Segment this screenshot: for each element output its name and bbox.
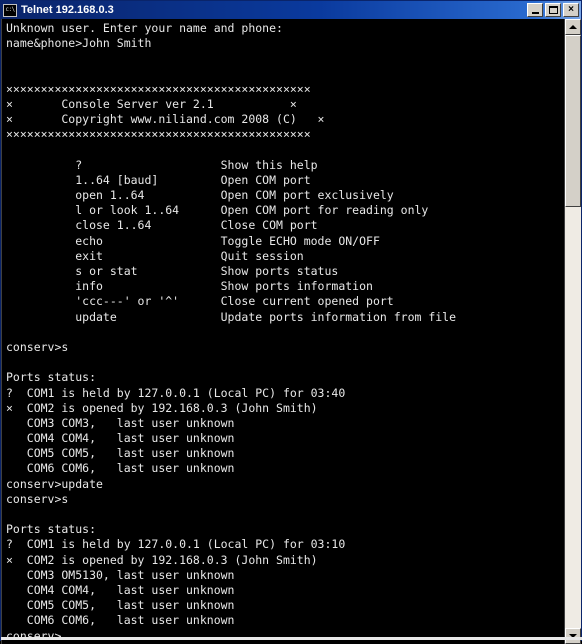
console-line: conserv>s xyxy=(6,339,69,354)
vertical-scrollbar[interactable] xyxy=(564,19,581,644)
console-line: ? COM1 is held by 127.0.0.1 (Local PC) f… xyxy=(6,537,346,552)
chevron-up-icon xyxy=(569,25,577,29)
console-line: conserv>s xyxy=(6,491,69,506)
console-line: COM4 COM4, last user unknown xyxy=(6,582,235,597)
console-line: ? COM1 is held by 127.0.0.1 (Local PC) f… xyxy=(6,385,346,400)
console-line: 1..64 [baud] Open COM port xyxy=(6,172,311,187)
console-line: COM3 COM3, last user unknown xyxy=(6,415,235,430)
scroll-down-button[interactable] xyxy=(565,627,581,644)
console-line: COM5 COM5, last user unknown xyxy=(6,446,235,461)
scrollbar-thumb[interactable] xyxy=(565,35,581,207)
console-line: COM6 COM6, last user unknown xyxy=(6,461,235,476)
console-output[interactable]: Unknown user. Enter your name and phone:… xyxy=(2,19,564,644)
console-line: × Console Server ver 2.1 × xyxy=(6,96,297,111)
console-line: exit Quit session xyxy=(6,248,304,263)
console-line: COM4 COM4, last user unknown xyxy=(6,431,235,446)
console-line: open 1..64 Open COM port exclusively xyxy=(6,188,394,203)
console-line: COM5 COM5, last user unknown xyxy=(6,598,235,613)
telnet-app-icon-glyph: c:\ xyxy=(5,6,15,13)
console-line: conserv>update xyxy=(6,476,103,491)
telnet-app-icon: c:\ xyxy=(3,3,17,17)
close-button[interactable]: × xyxy=(563,3,579,17)
window-title: Telnet 192.168.0.3 xyxy=(21,4,114,16)
console-line: 'ccc---' or '^' Close current opened por… xyxy=(6,294,394,309)
maximize-button[interactable] xyxy=(545,3,561,17)
telnet-window: c:\ Telnet 192.168.0.3 × Unknown user. E… xyxy=(0,0,582,644)
console-line: l or look 1..64 Open COM port for readin… xyxy=(6,203,429,218)
console-line: close 1..64 Close COM port xyxy=(6,218,318,233)
client-area: Unknown user. Enter your name and phone:… xyxy=(1,19,581,644)
minimize-button[interactable] xyxy=(527,3,543,17)
console-line: ××××××××××××××××××××××××××××××××××××××××… xyxy=(6,81,311,96)
scrollbar-track[interactable] xyxy=(565,35,581,628)
console-line: Ports status: xyxy=(6,522,97,537)
console-line: × COM2 is opened by 192.168.0.3 (John Sm… xyxy=(6,400,318,415)
close-icon: × xyxy=(568,4,574,15)
title-bar[interactable]: c:\ Telnet 192.168.0.3 × xyxy=(1,1,581,19)
console-line: COM6 COM6, last user unknown xyxy=(6,613,235,628)
console-line: Unknown user. Enter your name and phone: xyxy=(6,21,283,35)
scroll-up-button[interactable] xyxy=(565,19,581,35)
console-line: echo Toggle ECHO mode ON/OFF xyxy=(6,233,380,248)
console-line: info Show ports information xyxy=(6,279,373,294)
console-line: update Update ports information from fil… xyxy=(6,309,457,324)
console-line: × Copyright www.niliand.com 2008 (C) × xyxy=(6,112,325,127)
window-bottom-edge xyxy=(1,637,582,640)
console-line: COM3 OM5130, last user unknown xyxy=(6,567,235,582)
maximize-icon xyxy=(548,6,558,14)
console-line: ? Show this help xyxy=(6,157,318,172)
console-line: ××××××××××××××××××××××××××××××××××××××××… xyxy=(6,127,311,142)
console-line: s or stat Show ports status xyxy=(6,264,339,278)
console-line: Ports status: xyxy=(6,370,97,385)
console-line: × COM2 is opened by 192.168.0.3 (John Sm… xyxy=(6,552,318,567)
minimize-icon xyxy=(531,12,539,14)
console-line: name&phone>John Smith xyxy=(6,36,152,51)
window-controls: × xyxy=(527,3,579,17)
